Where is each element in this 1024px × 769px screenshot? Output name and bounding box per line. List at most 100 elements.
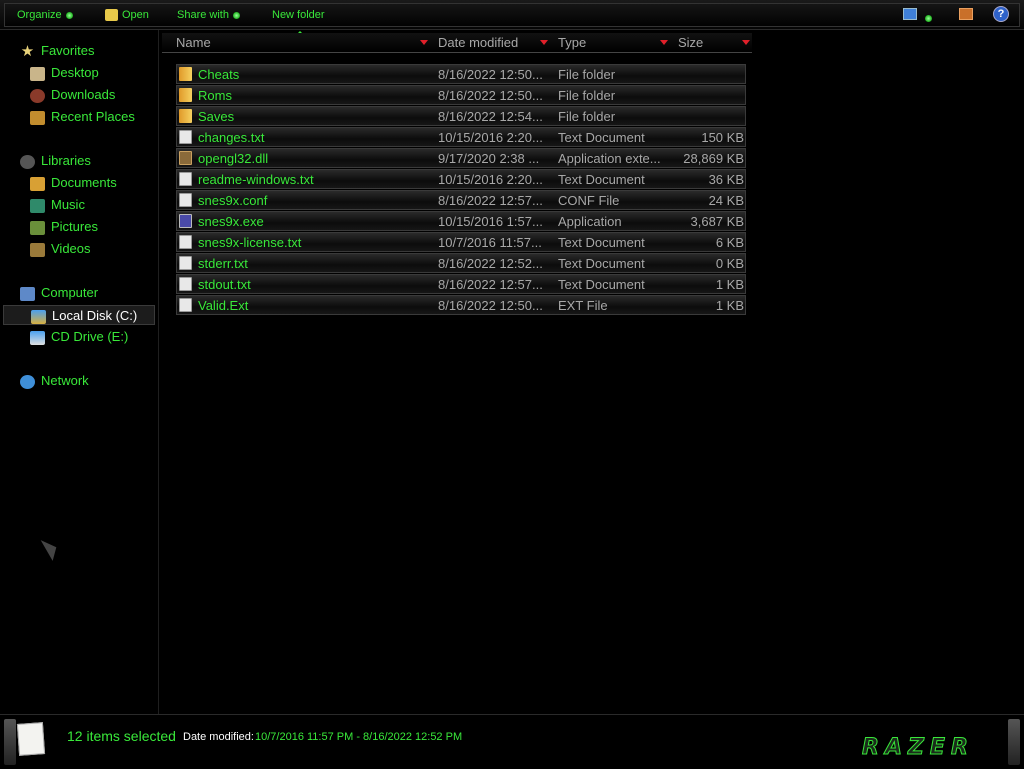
navigation-pane: ★ Favorites Desktop Downloads Recent Plac… <box>0 30 159 714</box>
file-row[interactable]: changes.txt 10/15/2016 2:20... Text Docume… <box>176 127 746 147</box>
documents-icon <box>30 176 45 191</box>
column-header-size[interactable]: Size <box>670 33 752 53</box>
nav-item-music[interactable]: Music <box>30 195 85 215</box>
file-type: Text Document <box>558 256 645 271</box>
folder-icon <box>179 67 192 81</box>
file-date-modified: 8/16/2022 12:52... <box>438 256 543 271</box>
help-icon[interactable]: ? <box>993 6 1009 22</box>
dll-file-icon <box>179 151 192 165</box>
column-header-type[interactable]: Type <box>550 33 670 53</box>
nav-item-pictures[interactable]: Pictures <box>30 217 98 237</box>
desktop-icon <box>30 66 45 81</box>
column-size-label: Size <box>678 35 704 50</box>
downloads-icon <box>30 88 45 103</box>
file-name: opengl32.dll <box>198 151 269 166</box>
column-header-name[interactable]: Name <box>162 33 430 53</box>
column-headers: Name Date modified Type Size <box>162 33 752 55</box>
file-row[interactable]: Roms 8/16/2022 12:50... File folder <box>176 85 746 105</box>
file-name: Cheats <box>198 67 240 82</box>
file-row[interactable]: Valid.Ext 8/16/2022 12:50... EXT File 1 KB <box>176 295 746 315</box>
file-list: Cheats 8/16/2022 12:50... File folder Roms 8… <box>176 64 746 316</box>
nav-item-label: Desktop <box>51 65 99 80</box>
file-type: Application <box>558 214 622 229</box>
nav-item-videos[interactable]: Videos <box>30 239 91 259</box>
nav-favorites[interactable]: ★ Favorites <box>20 41 95 61</box>
file-date-modified: 8/16/2022 12:50... <box>438 67 543 82</box>
preview-pane-icon[interactable] <box>959 8 973 20</box>
file-row[interactable]: snes9x-license.txt 10/7/2016 11:57... Text… <box>176 232 746 252</box>
dropdown-arrow-icon[interactable] <box>742 40 750 45</box>
column-header-date[interactable]: Date modified <box>430 33 550 53</box>
file-type: CONF File <box>558 193 620 208</box>
file-row[interactable]: snes9x.exe 10/15/2016 1:57... Application 3… <box>176 211 746 231</box>
view-options-button[interactable] <box>925 10 939 23</box>
file-size: 36 KB <box>708 172 744 187</box>
share-with-button[interactable]: Share with <box>177 8 240 22</box>
column-date-label: Date modified <box>438 35 519 50</box>
file-size: 24 KB <box>708 193 744 208</box>
file-date-modified: 8/16/2022 12:57... <box>438 193 543 208</box>
file-name: snes9x.conf <box>198 193 268 208</box>
nav-item-documents[interactable]: Documents <box>30 173 117 193</box>
nav-item-downloads[interactable]: Downloads <box>30 85 115 105</box>
folder-icon <box>179 88 192 102</box>
dropdown-arrow-icon[interactable] <box>420 40 428 45</box>
file-size: 0 KB <box>715 256 744 271</box>
file-date-modified: 10/15/2016 2:20... <box>438 130 543 145</box>
file-row[interactable]: readme-windows.txt 10/15/2016 2:20... Text… <box>176 169 746 189</box>
dropdown-dot-icon <box>65 11 73 19</box>
column-name-label: Name <box>176 35 211 50</box>
nav-item-desktop[interactable]: Desktop <box>30 63 99 83</box>
dropdown-arrow-icon[interactable] <box>660 40 668 45</box>
file-type: File folder <box>558 67 616 82</box>
file-name: Valid.Ext <box>198 298 249 313</box>
folder-icon <box>179 109 192 123</box>
file-date-modified: 8/16/2022 12:57... <box>438 277 543 292</box>
file-row[interactable]: snes9x.conf 8/16/2022 12:57... CONF File 24… <box>176 190 746 210</box>
nav-favorites-label: Favorites <box>41 43 95 58</box>
file-size: 150 KB <box>701 130 744 145</box>
network-icon <box>20 374 35 389</box>
file-name: stderr.txt <box>198 256 248 271</box>
file-date-modified: 10/7/2016 11:57... <box>438 235 542 250</box>
file-name: Saves <box>198 109 235 124</box>
file-size: 1 KB <box>715 298 744 313</box>
nav-item-label: Videos <box>51 241 91 256</box>
selection-thumbnail-icon <box>16 722 46 756</box>
change-view-icon[interactable] <box>903 8 917 20</box>
selection-count: 12 items selected <box>67 728 176 744</box>
file-size: 28,869 KB <box>683 151 744 166</box>
file-row[interactable]: Cheats 8/16/2022 12:50... File folder <box>176 64 746 84</box>
file-type: File folder <box>558 109 616 124</box>
file-row[interactable]: opengl32.dll 9/17/2020 2:38 ... Applicatio… <box>176 148 746 168</box>
dropdown-arrow-icon[interactable] <box>540 40 548 45</box>
new-folder-button[interactable]: New folder <box>272 8 325 22</box>
file-row[interactable]: Saves 8/16/2022 12:54... File folder <box>176 106 746 126</box>
open-button[interactable]: Open <box>105 8 149 22</box>
text-file-icon <box>179 172 192 186</box>
nav-item-cd-drive[interactable]: CD Drive (E:) <box>30 327 128 347</box>
file-name: changes.txt <box>198 130 265 145</box>
nav-item-local-disk[interactable]: Local Disk (C:) <box>3 305 155 325</box>
details-pane-left-edge <box>4 719 16 765</box>
pictures-icon <box>30 220 45 235</box>
file-row[interactable]: stderr.txt 8/16/2022 12:52... Text Documen… <box>176 253 746 273</box>
text-file-icon <box>179 235 192 249</box>
nav-libraries[interactable]: Libraries <box>20 151 91 171</box>
computer-icon <box>20 286 35 301</box>
file-type: Text Document <box>558 130 645 145</box>
nav-libraries-label: Libraries <box>41 153 91 168</box>
file-type: Application exte... <box>558 151 661 166</box>
file-name: Roms <box>198 88 232 103</box>
share-with-label: Share with <box>177 9 229 21</box>
command-bar-inner: Organize Open Share with New folder ? <box>4 3 1020 27</box>
nav-network[interactable]: Network <box>20 371 89 391</box>
file-row[interactable]: stdout.txt 8/16/2022 12:57... Text Documen… <box>176 274 746 294</box>
nav-item-recent-places[interactable]: Recent Places <box>30 107 135 127</box>
nav-item-label: Documents <box>51 175 117 190</box>
file-size: 6 KB <box>715 235 744 250</box>
file-type: EXT File <box>558 298 608 313</box>
recent-places-icon <box>30 110 45 125</box>
organize-button[interactable]: Organize <box>17 8 73 22</box>
nav-computer[interactable]: Computer <box>20 283 98 303</box>
